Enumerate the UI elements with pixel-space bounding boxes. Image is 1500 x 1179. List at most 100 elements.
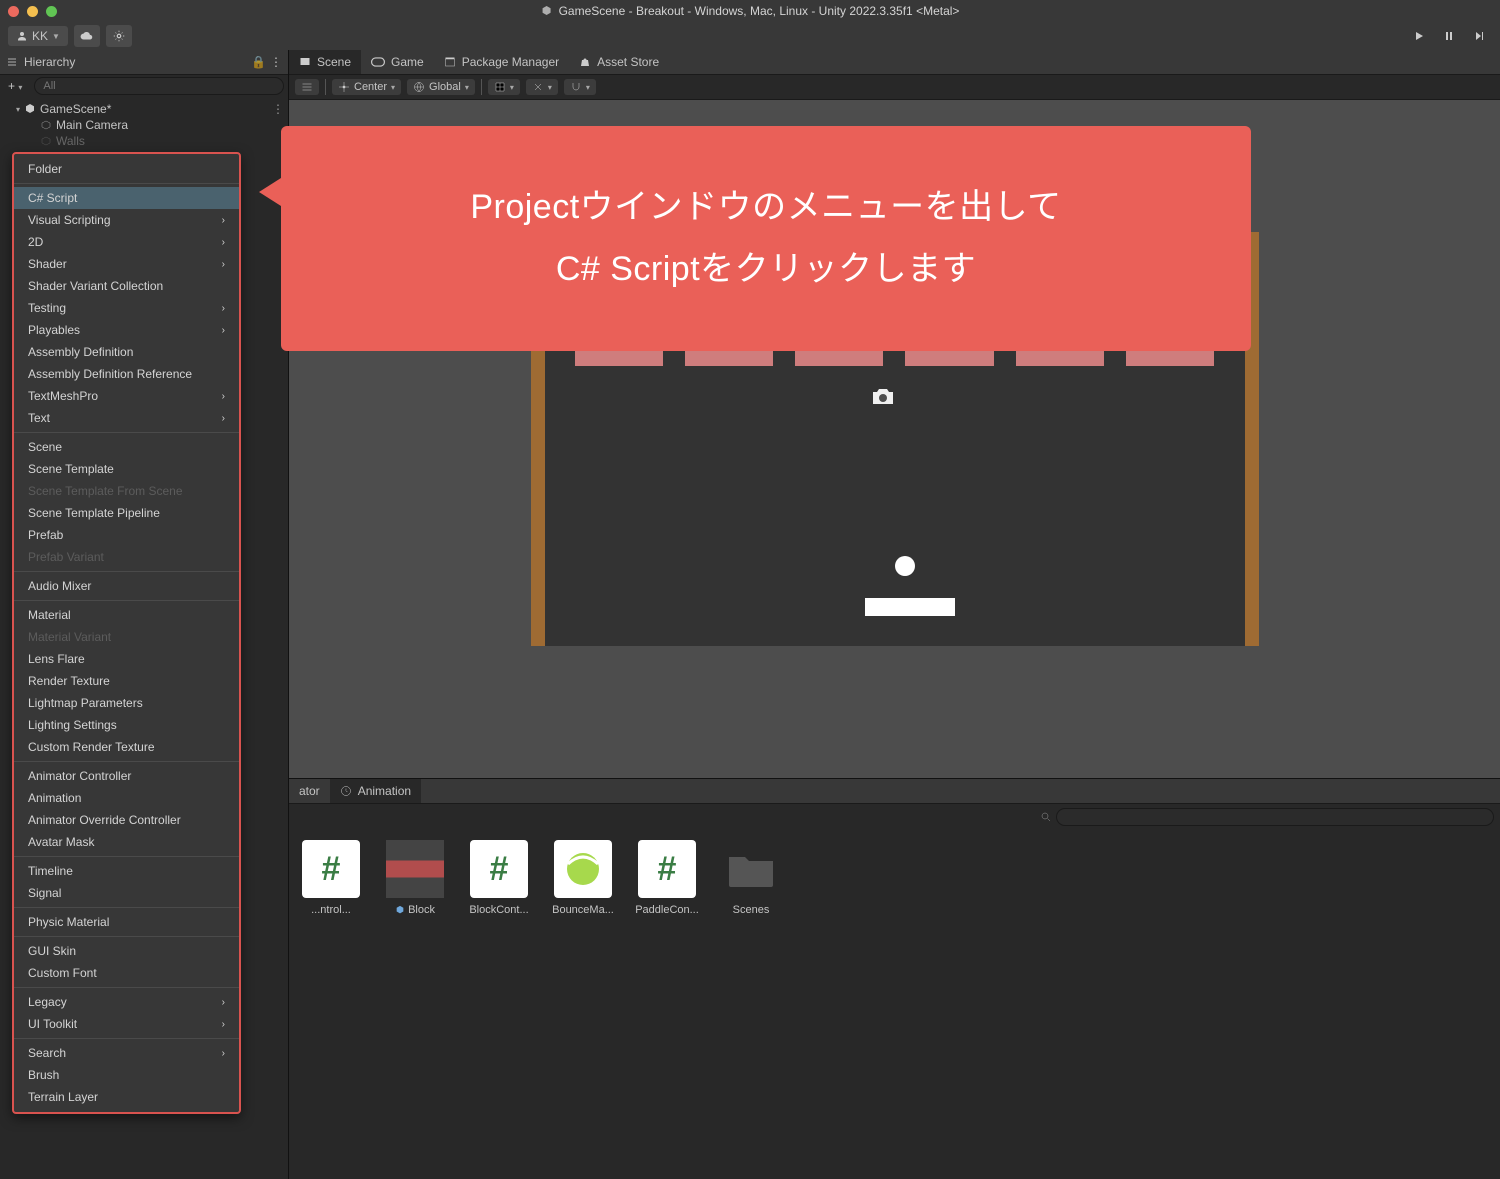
menu-item-textmeshpro[interactable]: TextMeshPro›: [14, 385, 239, 407]
globe-icon: [413, 81, 425, 93]
asset-scenes[interactable]: Scenes: [719, 840, 783, 916]
menu-item-timeline[interactable]: Timeline: [14, 860, 239, 882]
tab-animation[interactable]: Animation: [330, 779, 421, 803]
assets-grid[interactable]: #...ntrol... Block #BlockCont... BounceMa.…: [289, 830, 1500, 1179]
menu-item-assembly-definition[interactable]: Assembly Definition: [14, 341, 239, 363]
menu-item-visual-scripting[interactable]: Visual Scripting›: [14, 209, 239, 231]
hierarchy-tree[interactable]: ▾ GameScene* ⋮ Main Camera Walls: [0, 97, 288, 153]
tab-scene[interactable]: Scene: [289, 50, 361, 74]
ball: [895, 556, 915, 576]
hierarchy-search[interactable]: [34, 77, 284, 95]
menu-item-custom-render-texture[interactable]: Custom Render Texture: [14, 736, 239, 758]
snap-rotation[interactable]: ▾: [564, 79, 596, 95]
asset-bouncema[interactable]: BounceMa...: [551, 840, 615, 916]
menu-item-gui-skin[interactable]: GUI Skin: [14, 940, 239, 962]
menu-item-scene-template[interactable]: Scene Template: [14, 458, 239, 480]
menu-item-search[interactable]: Search›: [14, 1042, 239, 1064]
window-controls: [8, 6, 57, 17]
menu-item-custom-font[interactable]: Custom Font: [14, 962, 239, 984]
menu-item-animator-controller[interactable]: Animator Controller: [14, 765, 239, 787]
menu-item-animation[interactable]: Animation: [14, 787, 239, 809]
magnet-icon: [570, 81, 582, 93]
global-local-dropdown[interactable]: Global▾: [407, 79, 475, 95]
maximize-window[interactable]: [46, 6, 57, 17]
minimize-window[interactable]: [27, 6, 38, 17]
settings-button[interactable]: [106, 25, 132, 47]
tab-animator-partial[interactable]: ator: [289, 779, 330, 803]
pause-button[interactable]: [1436, 25, 1462, 47]
menu-item-shader[interactable]: Shader›: [14, 253, 239, 275]
tab-asset-store[interactable]: Asset Store: [569, 50, 669, 74]
hierarchy-item-camera[interactable]: Main Camera: [0, 117, 288, 133]
tab-package-manager[interactable]: Package Manager: [434, 50, 569, 74]
menu-item-ui-toolkit[interactable]: UI Toolkit›: [14, 1013, 239, 1035]
instruction-callout: Projectウインドウのメニューを出して C# Scriptをクリックします: [281, 126, 1251, 351]
menu-item-lighting-settings[interactable]: Lighting Settings: [14, 714, 239, 736]
pause-icon: [1443, 30, 1455, 42]
create-context-menu[interactable]: FolderC# ScriptVisual Scripting›2D›Shade…: [12, 152, 241, 1114]
asset-block[interactable]: Block: [383, 840, 447, 916]
menu-item-shader-variant-collection[interactable]: Shader Variant Collection: [14, 275, 239, 297]
menu-item-scene-template-from-scene: Scene Template From Scene: [14, 480, 239, 502]
menu-item-audio-mixer[interactable]: Audio Mixer: [14, 575, 239, 597]
tool-hand[interactable]: [295, 79, 319, 95]
menu-item-render-texture[interactable]: Render Texture: [14, 670, 239, 692]
titlebar: GameScene - Breakout - Windows, Mac, Lin…: [0, 0, 1500, 22]
pivot-center-dropdown[interactable]: Center▾: [332, 79, 401, 95]
grid-snap[interactable]: ▾: [488, 79, 520, 95]
menu-item-text[interactable]: Text›: [14, 407, 239, 429]
user-icon: [16, 30, 28, 42]
asset-blockcont[interactable]: #BlockCont...: [467, 840, 531, 916]
hierarchy-tab[interactable]: Hierarchy: [6, 55, 75, 69]
play-button[interactable]: [1406, 25, 1432, 47]
account-button[interactable]: KK ▼: [8, 26, 68, 46]
step-icon: [1473, 30, 1485, 42]
menu-item-testing[interactable]: Testing›: [14, 297, 239, 319]
lock-icon[interactable]: 🔒: [251, 55, 266, 69]
snap-increment[interactable]: ▾: [526, 79, 558, 95]
menu-item-folder[interactable]: Folder: [14, 158, 239, 180]
cloud-button[interactable]: [74, 25, 100, 47]
hierarchy-scene-node[interactable]: ▾ GameScene* ⋮: [0, 101, 288, 117]
main-toolbar: KK ▼: [0, 22, 1500, 50]
menu-item-material[interactable]: Material: [14, 604, 239, 626]
menu-item-playables[interactable]: Playables›: [14, 319, 239, 341]
hierarchy-icon: [6, 56, 18, 68]
menu-item-scene-template-pipeline[interactable]: Scene Template Pipeline: [14, 502, 239, 524]
menu-item-lens-flare[interactable]: Lens Flare: [14, 648, 239, 670]
clock-icon: [340, 785, 352, 797]
tab-game[interactable]: Game: [361, 50, 434, 74]
menu-item-brush[interactable]: Brush: [14, 1064, 239, 1086]
overflow-icon[interactable]: ⋮: [270, 55, 282, 69]
paddle: [865, 598, 955, 616]
step-button[interactable]: [1466, 25, 1492, 47]
menu-item-2d[interactable]: 2D›: [14, 231, 239, 253]
menu-item-legacy[interactable]: Legacy›: [14, 991, 239, 1013]
asset-ntrol[interactable]: #...ntrol...: [299, 840, 363, 916]
menu-item-avatar-mask[interactable]: Avatar Mask: [14, 831, 239, 853]
scene-toolbar: Center▾ Global▾ ▾ ▾ ▾: [289, 75, 1500, 100]
scene-icon: [24, 103, 36, 115]
scene-icon: [299, 56, 311, 68]
menu-item-animator-override-controller[interactable]: Animator Override Controller: [14, 809, 239, 831]
menu-item-terrain-layer[interactable]: Terrain Layer: [14, 1086, 239, 1108]
menu-item-material-variant: Material Variant: [14, 626, 239, 648]
window-title: GameScene - Breakout - Windows, Mac, Lin…: [541, 4, 960, 18]
menu-item-scene[interactable]: Scene: [14, 436, 239, 458]
cloud-icon: [80, 29, 94, 43]
menu-item-physic-material[interactable]: Physic Material: [14, 911, 239, 933]
menu-item-prefab[interactable]: Prefab: [14, 524, 239, 546]
menu-item-assembly-definition-reference[interactable]: Assembly Definition Reference: [14, 363, 239, 385]
package-icon: [444, 56, 456, 68]
menu-item-prefab-variant: Prefab Variant: [14, 546, 239, 568]
menu-item-c-script[interactable]: C# Script: [14, 187, 239, 209]
menu-item-lightmap-parameters[interactable]: Lightmap Parameters: [14, 692, 239, 714]
close-window[interactable]: [8, 6, 19, 17]
project-search[interactable]: [1056, 808, 1494, 826]
menu-item-signal[interactable]: Signal: [14, 882, 239, 904]
create-dropdown[interactable]: + ▾: [4, 79, 26, 93]
overflow-icon[interactable]: ⋮: [272, 102, 284, 116]
asset-paddlecon[interactable]: #PaddleCon...: [635, 840, 699, 916]
hierarchy-item-walls[interactable]: Walls: [0, 133, 288, 149]
play-icon: [1413, 30, 1425, 42]
